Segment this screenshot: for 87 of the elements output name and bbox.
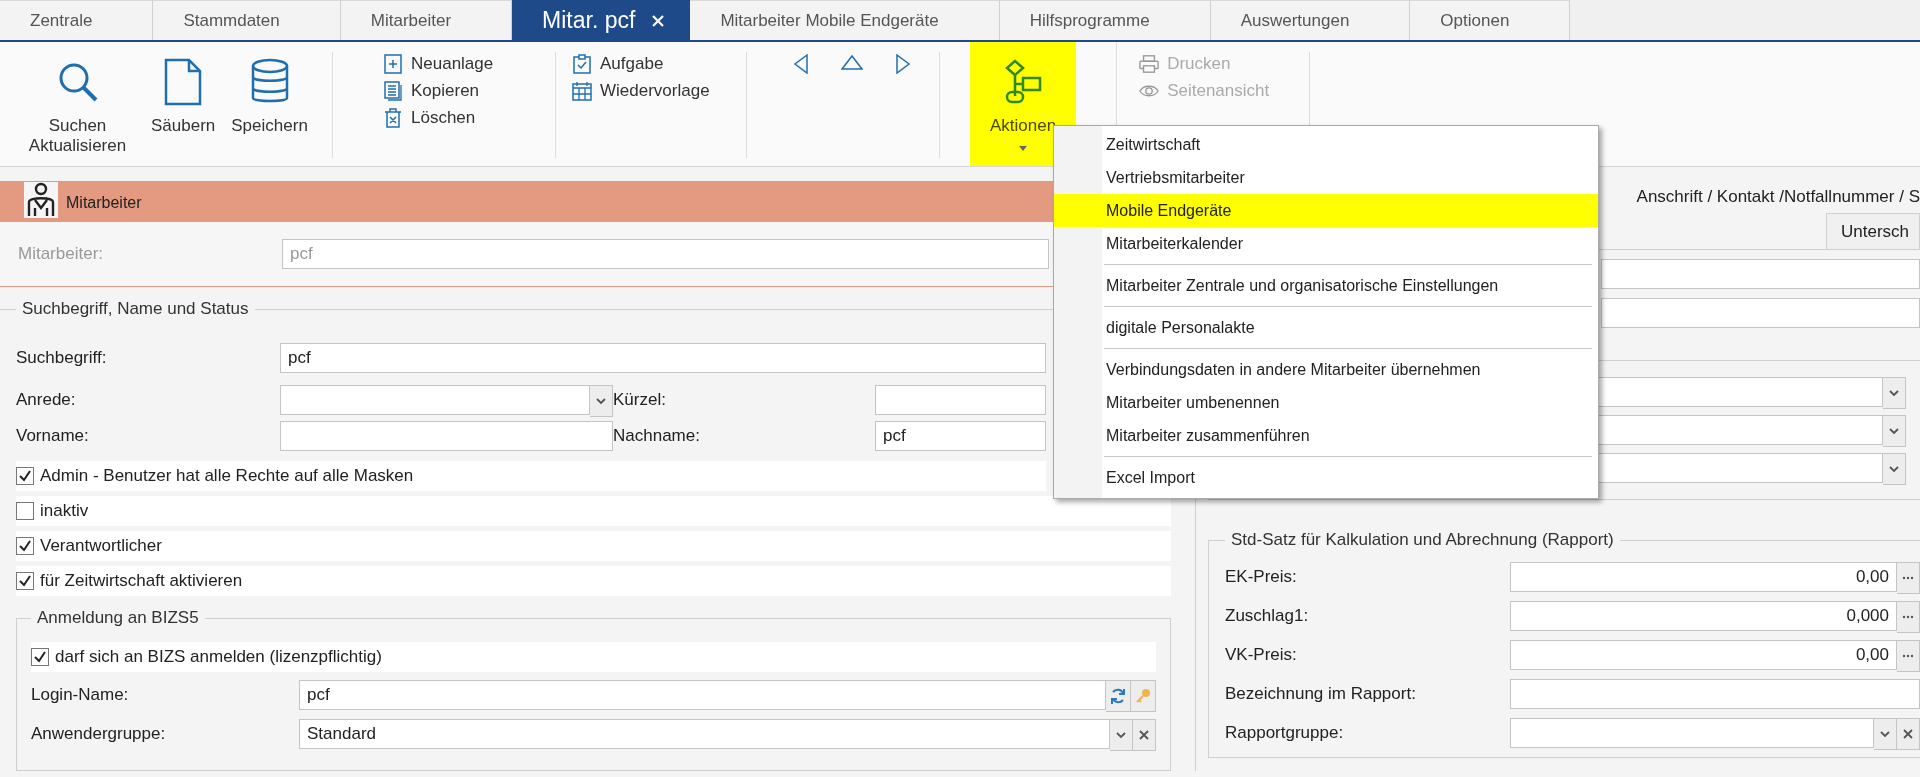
- ribbon-button[interactable]: Löschen: [383, 108, 555, 128]
- tab[interactable]: Zentrale: [0, 0, 154, 40]
- field-label: Mitarbeiter:: [18, 244, 105, 264]
- menu-item[interactable]: Excel Import: [1054, 461, 1598, 494]
- dropdown-button[interactable]: [1883, 415, 1906, 447]
- field-label: Kürzel:: [613, 390, 667, 410]
- menu-item[interactable]: Mobile Endgeräte: [1054, 194, 1598, 227]
- tab[interactable]: Mitarbeiter: [340, 0, 513, 40]
- menu-item[interactable]: Verbindungsdaten in andere Mitarbeiter übernehmen: [1054, 353, 1598, 386]
- field-label: VK-Preis:: [1225, 645, 1298, 665]
- checkbox-item[interactable]: Verantwortlicher: [16, 531, 1171, 561]
- previous-icon[interactable]: [793, 54, 809, 74]
- tab[interactable]: Stammdaten: [153, 0, 341, 40]
- checkbox-item[interactable]: inaktiv: [16, 496, 1171, 526]
- field-label: Anrede:: [16, 390, 77, 410]
- dropdown-button[interactable]: [590, 385, 613, 417]
- calendar-icon: [572, 81, 592, 101]
- input-field[interactable]: [1510, 679, 1920, 709]
- tab[interactable]: Auswertungen: [1210, 0, 1411, 40]
- field-label: Suchbegriff:: [16, 348, 108, 368]
- ribbon-button[interactable]: Kopieren: [383, 81, 555, 101]
- ribbon-button[interactable]: Speichern: [223, 52, 316, 158]
- group-title: Suchbegriff, Name und Status: [21, 299, 250, 319]
- plus-icon: [383, 54, 403, 74]
- dropdown-button[interactable]: [1883, 453, 1906, 485]
- trash-icon: [383, 108, 403, 128]
- tab[interactable]: Optionen: [1410, 0, 1571, 40]
- checkbox[interactable]: [16, 502, 34, 520]
- input-field[interactable]: Standard: [299, 719, 1110, 749]
- input-field[interactable]: [1601, 298, 1920, 328]
- tab[interactable]: Mitar. pcf: [512, 0, 691, 40]
- checkbox[interactable]: [16, 467, 34, 485]
- dropdown-button[interactable]: [1110, 719, 1133, 751]
- checkbox[interactable]: [16, 572, 34, 590]
- checkbox[interactable]: [16, 537, 34, 555]
- checkbox-item[interactable]: Admin - Benutzer hat alle Rechte auf alle Masken: [16, 461, 1046, 491]
- field-label: Nachname:: [613, 426, 701, 446]
- input-field[interactable]: pcf: [299, 680, 1106, 710]
- menu-item[interactable]: Mitarbeiter Zentrale und organisatorische Einstellungen: [1054, 269, 1598, 302]
- copy-icon: [383, 81, 403, 101]
- field-label: Anwendergruppe:: [31, 724, 167, 744]
- tab[interactable]: Hilfsprogramme: [999, 0, 1211, 40]
- input-field[interactable]: [280, 385, 590, 415]
- input-field[interactable]: 0,00: [1510, 640, 1897, 670]
- input-field[interactable]: 0,00: [1510, 562, 1897, 592]
- menu-item[interactable]: Mitarbeiter zusammenführen: [1054, 419, 1598, 452]
- group-title: Std-Satz für Kalkulation und Abrechnung (Rapport): [1230, 530, 1615, 550]
- checkbox-item[interactable]: darf sich an BIZS anmelden (lizenzpflichtig): [31, 642, 1156, 672]
- next-icon[interactable]: [895, 54, 911, 74]
- clipboard-icon: [572, 54, 592, 74]
- field-label: Vorname:: [16, 426, 90, 446]
- input-field[interactable]: [875, 385, 1046, 415]
- printer-icon: [1139, 54, 1160, 74]
- field-label: Bezeichnung im Rapport:: [1225, 684, 1417, 704]
- ribbon-button[interactable]: Aufgabe: [572, 54, 746, 74]
- dropdown-button[interactable]: [1883, 377, 1906, 409]
- input-field[interactable]: pcf: [875, 421, 1046, 451]
- close-icon[interactable]: [651, 13, 666, 28]
- panel-title: Mitarbeiter: [66, 194, 142, 213]
- up-icon[interactable]: [841, 54, 863, 70]
- input-field[interactable]: pcf: [280, 343, 1046, 373]
- menu-item[interactable]: digitale Personalakte: [1054, 311, 1598, 344]
- input-field[interactable]: [1601, 259, 1920, 289]
- refresh-button[interactable]: [1106, 680, 1131, 712]
- clear-button[interactable]: [1133, 719, 1156, 751]
- tab[interactable]: Mitarbeiter Mobile Endgeräte: [690, 0, 1000, 40]
- checkbox[interactable]: [31, 648, 49, 666]
- input-field[interactable]: [1510, 718, 1874, 748]
- ribbon-button[interactable]: Aktionen: [970, 42, 1077, 166]
- checkbox-item[interactable]: für Zeitwirtschaft aktivieren: [16, 566, 1171, 596]
- field-label: Zuschlag1:: [1225, 606, 1310, 626]
- dropdown-button[interactable]: [1874, 718, 1897, 750]
- field-label: Rapportgruppe:: [1225, 723, 1345, 743]
- field-label: EK-Preis:: [1225, 567, 1298, 587]
- menu-item[interactable]: Mitarbeiter umbenennen: [1054, 386, 1598, 419]
- input-field[interactable]: 0,000: [1510, 601, 1897, 631]
- menu-item[interactable]: Mitarbeiterkalender: [1054, 227, 1598, 260]
- ribbon-button[interactable]: Säubern: [143, 52, 224, 158]
- field-label: Login-Name:: [31, 685, 130, 705]
- clear-button[interactable]: [1897, 718, 1920, 750]
- group-title: Anmeldung an BIZS5: [36, 608, 200, 628]
- input-field[interactable]: [280, 421, 613, 451]
- ribbon-button[interactable]: Wiedervorlage: [572, 81, 746, 101]
- tab[interactable]: Anschrift / Kontakt /Notfallnummer / S: [1636, 181, 1920, 209]
- ribbon-button[interactable]: Neuanlage: [383, 54, 555, 74]
- tab[interactable]: Untersch: [1825, 213, 1920, 249]
- ribbon-button[interactable]: Suchen Aktualisieren: [12, 52, 143, 158]
